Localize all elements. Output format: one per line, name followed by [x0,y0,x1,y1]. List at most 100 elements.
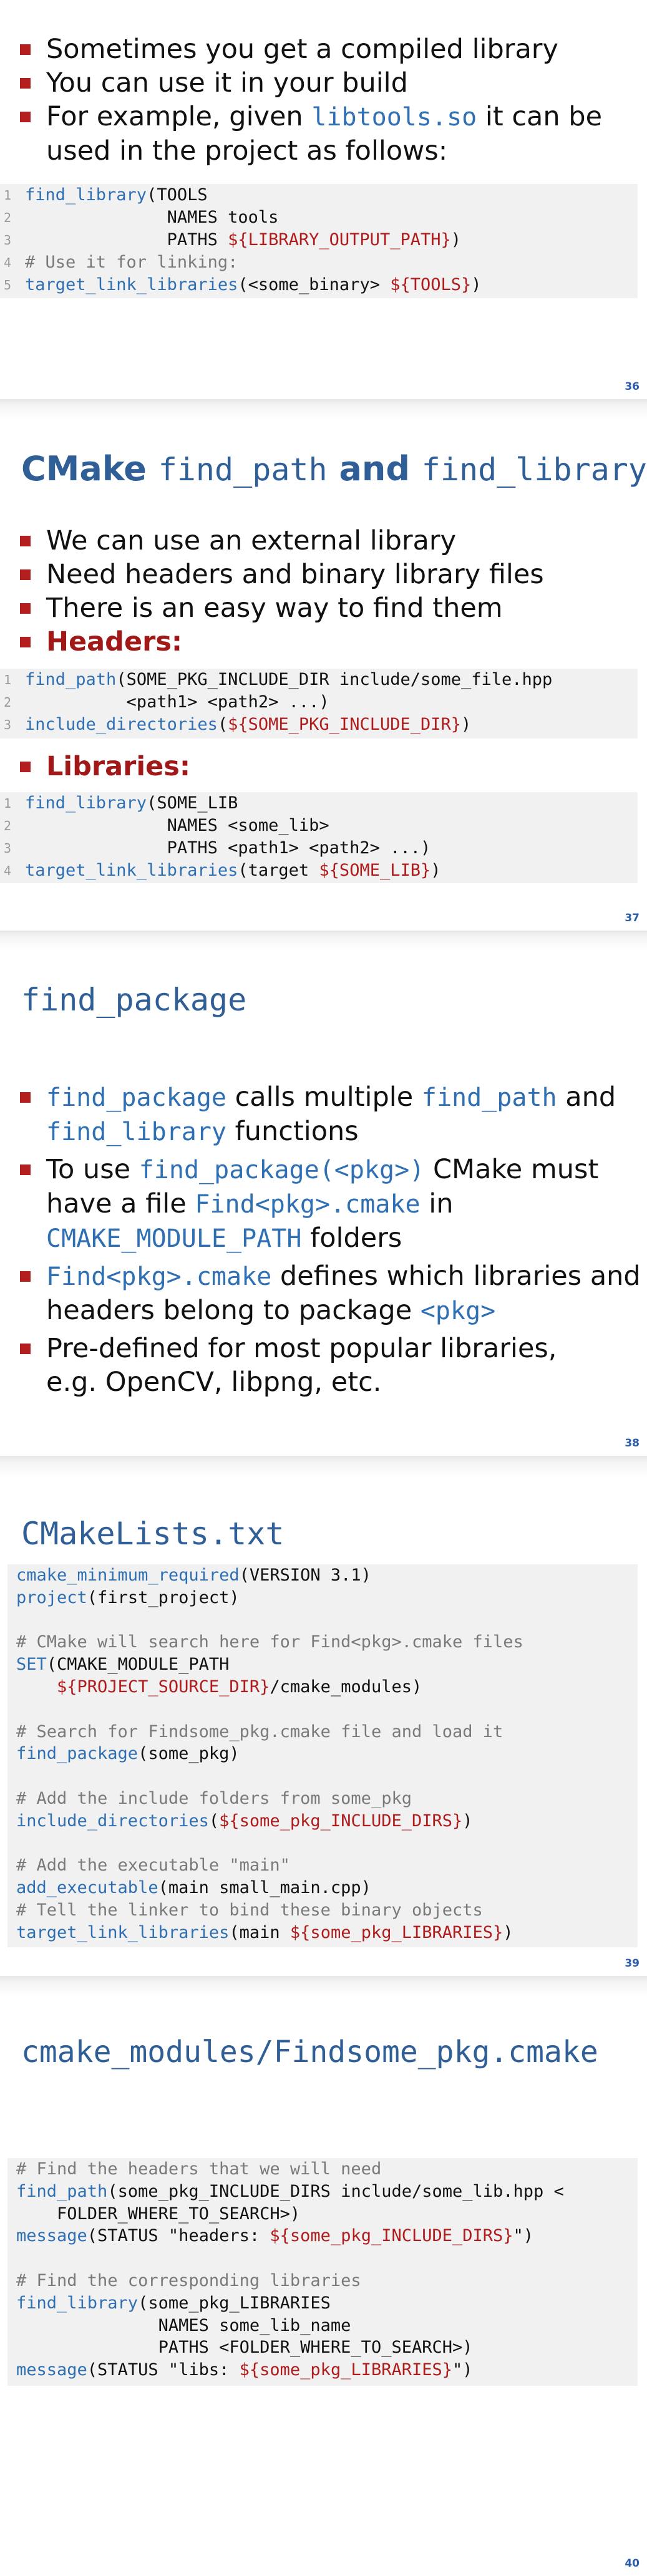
bullet-text: defines which libraries and [271,1261,641,1292]
bullet: Pre-defined for most popular libraries, … [20,1332,641,1399]
code-line: message(STATUS "headers: ${some_pkg_INCL… [16,2226,533,2245]
code-line: PATHS <FOLDER_WHERE_TO_SEARCH>) [16,2338,473,2357]
code-comment: # Find the corresponding libraries [16,2271,361,2290]
bullet-text: functions [226,1116,359,1147]
code-variable: ${TOOLS} [390,275,472,294]
bullet-text: used in the project as follows: [46,135,448,167]
code-text: PATHS [25,230,228,249]
bullet-text: have a file [46,1188,195,1219]
code-text: <path1> <path2> ...) [25,692,329,712]
code-text: ) [503,1922,513,1942]
code-function: target_link_libraries [25,275,238,294]
slide-38-bullets: find_package calls multiple find_path an… [20,1080,641,1399]
bullet-text: calls multiple [226,1082,422,1113]
slide-39: CMakeLists.txt cmake_minimum_required(VE… [0,1477,647,1976]
code-variable: ${some_pkg_LIBRARIES} [239,2360,453,2380]
code-line: # Find the headers that we will need [16,2159,381,2179]
code-function: target_link_libraries [16,1922,230,1942]
code-block-findmodule: # Find the headers that we will need find… [7,2158,638,2386]
slide-title: CMake find_path and find_library [21,449,647,488]
bullet: Sometimes you get a compiled library [20,32,602,66]
code-function: find_library [25,185,147,205]
bullet-libraries: Libraries: [20,750,190,783]
code-text: ) [462,1811,473,1831]
bullet: To use find_package(<pkg>) CMake must ha… [20,1153,641,1256]
code-line: # Tell the linker to bind these binary o… [16,1901,483,1920]
code-function: find_package [16,1744,139,1764]
code-variable: ${PROJECT_SOURCE_DIR} [57,1677,270,1697]
code-function: message [16,2226,87,2246]
code-function: include_directories [25,715,218,734]
code-line: find_path(some_pkg_INCLUDE_DIRS include/… [16,2182,564,2201]
inline-code: Find<pkg>.cmake [46,1262,272,1291]
slide-title: CMakeLists.txt [21,1516,285,1552]
code-line: FOLDER_WHERE_TO_SEARCH>) [16,2204,300,2224]
code-line: include_directories(${some_pkg_INCLUDE_D… [16,1811,473,1831]
code-function: cmake_minimum_required [16,1566,240,1585]
code-block-headers: 1 2 3 find_path(SOME_PKG_INCLUDE_DIR inc… [0,669,638,738]
code-function: include_directories [16,1811,209,1831]
code-text: (SOME_PKG_INCLUDE_DIR include/some_file.… [116,670,553,689]
code-text: ") [513,2226,534,2246]
code-line: message(STATUS "libs: ${some_pkg_LIBRARI… [16,2360,473,2380]
code-text: (VERSION 3.1) [239,1566,371,1585]
code-comment: # Add the executable "main" [16,1856,290,1876]
code-line: NAMES some_lib_name [16,2316,351,2335]
code-text: (STATUS "headers: [87,2226,270,2246]
inline-code: libtools.so [311,103,477,132]
code-function: add_executable [16,1878,158,1898]
code-text: ) [431,861,441,880]
code-comment: # Find the headers that we will need [16,2159,382,2179]
inline-code: find_package [46,1083,226,1112]
slide-36: Sometimes you get a compiled library You… [0,0,647,399]
code-line: ${PROJECT_SOURCE_DIR}/cmake_modules) [16,1677,422,1697]
code-comment: # Use it for linking: [25,253,238,272]
page-number: 39 [625,1957,640,1970]
inline-code: Find<pkg>.cmake [195,1190,421,1219]
code-line: # Add the include folders from some_pkg [16,1789,412,1808]
bullet: You can use it in your build [20,66,602,100]
code-text: ( [217,715,228,734]
code-line: # Add the executable "main" [16,1856,290,1875]
code-text: (some_pkg_INCLUDE_DIRS include/some_lib.… [107,2181,564,2201]
code-function: SET [16,1655,47,1675]
code-comment: # Search for Findsome_pkg.cmake file and… [16,1721,503,1741]
title-text: and [327,449,422,488]
code-line: target_link_libraries(main ${some_pkg_LI… [16,1923,513,1942]
bullet: There is an easy way to find them [20,591,544,625]
code-text: ") [452,2360,473,2380]
inline-code: CMAKE_MODULE_PATH [46,1224,302,1253]
code-text: PATHS <path1> <path2> ...) [25,838,431,858]
code-block-libraries: 1 2 3 4 find_library(SOME_LIB NAMES <som… [0,792,638,883]
code-text: (main small_main.cpp) [158,1878,371,1898]
code-text: ) [471,275,482,294]
code-comment: # CMake will search here for Find<pkg>.c… [16,1632,523,1652]
title-code: find_library [421,452,647,488]
code-variable: ${some_pkg_LIBRARIES} [289,1922,503,1942]
bullet-text: in [420,1188,454,1219]
bullet-text: CMake must [424,1154,599,1185]
slide-37-bullets-2: Libraries: [20,750,190,783]
code-text: /cmake_modules) [270,1677,422,1697]
page-number: 36 [625,380,640,393]
bullet-text: To use [46,1154,139,1185]
inline-code: find_package(<pkg>) [139,1156,425,1184]
code-line: # Find the corresponding libraries [16,2271,361,2290]
code-function: find_library [16,2293,139,2313]
inline-code: <pkg> [420,1297,496,1325]
code-line: find_package(some_pkg) [16,1744,240,1763]
slide-title: find_package [21,982,247,1018]
code-text: NAMES <some_lib> [25,816,329,835]
code-comment: # Tell the linker to bind these binary o… [16,1901,483,1920]
bullet-headers: Headers: [20,625,544,659]
slide-36-bullets: Sometimes you get a compiled library You… [20,32,602,168]
slide-37-bullets: We can use an external library Need head… [20,524,544,659]
inline-code: find_path [421,1083,557,1112]
code-function: find_library [25,793,147,813]
code-variable: ${some_pkg_INCLUDE_DIRS} [270,2226,513,2246]
code-line: SET(CMAKE_MODULE_PATH [16,1655,229,1674]
page-number: 38 [625,1437,640,1450]
code-text: ( [208,1811,220,1831]
code-text: (target [238,861,319,880]
title-text: CMake [21,449,158,488]
